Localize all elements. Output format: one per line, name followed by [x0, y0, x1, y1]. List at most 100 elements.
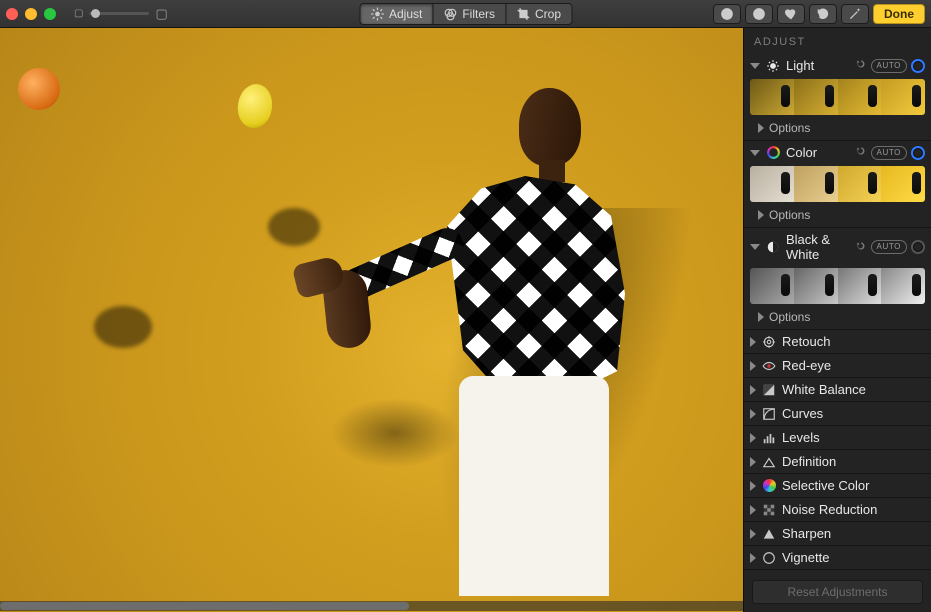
window-controls — [6, 8, 56, 20]
close-window-button[interactable] — [6, 8, 18, 20]
enable-bw-toggle[interactable] — [911, 240, 925, 254]
zoom-slider[interactable]: ▢ ▢ — [74, 6, 168, 22]
enable-color-toggle[interactable] — [911, 146, 925, 160]
section-bw-header[interactable]: Black & White AUTO — [744, 228, 931, 266]
color-icon — [766, 146, 780, 160]
color-options-toggle[interactable]: Options — [744, 206, 931, 227]
toolbar-right-group: Done — [713, 4, 925, 24]
reset-adjustments-button[interactable]: Reset Adjustments — [752, 580, 923, 604]
noise-icon — [762, 503, 776, 517]
section-black-and-white: Black & White AUTO Options — [744, 228, 931, 330]
levels-icon — [762, 431, 776, 445]
bw-options-toggle[interactable]: Options — [744, 308, 931, 329]
info-button[interactable] — [713, 4, 741, 24]
rotate-icon — [816, 7, 830, 21]
wand-icon — [848, 7, 862, 21]
section-vignette: Vignette — [744, 546, 931, 570]
section-color-header[interactable]: Color AUTO — [744, 141, 931, 164]
crop-tab-label: Crop — [535, 7, 561, 21]
photo-lemon-fruit — [235, 82, 275, 130]
section-selcolor-header[interactable]: Selective Color — [744, 474, 931, 497]
enable-light-toggle[interactable] — [911, 59, 925, 73]
disclosure-triangle-icon — [750, 409, 756, 419]
light-options-toggle[interactable]: Options — [744, 119, 931, 140]
auto-color-button[interactable]: AUTO — [871, 146, 907, 160]
edited-photo — [0, 28, 743, 612]
zoom-knob[interactable] — [91, 9, 100, 18]
auto-light-button[interactable]: AUTO — [871, 59, 907, 73]
done-button-label: Done — [884, 7, 914, 21]
section-retouch: Retouch — [744, 330, 931, 354]
section-light-label: Light — [786, 58, 849, 73]
zoom-out-icon: ▢ — [74, 8, 83, 19]
color-range-slider[interactable] — [750, 166, 925, 202]
zoom-in-icon: ▢ — [155, 6, 167, 22]
adjust-tab[interactable]: Adjust — [359, 3, 432, 25]
light-range-slider[interactable] — [750, 79, 925, 115]
selective-color-icon — [762, 479, 776, 493]
section-vignette-label: Vignette — [782, 550, 925, 565]
curves-icon — [762, 407, 776, 421]
disclosure-triangle-icon — [750, 553, 756, 563]
vignette-icon — [762, 551, 776, 565]
section-sharpen: Sharpen — [744, 522, 931, 546]
section-light-header[interactable]: Light AUTO — [744, 54, 931, 77]
disclosure-triangle-icon — [750, 361, 756, 371]
crop-tab[interactable]: Crop — [505, 3, 572, 25]
filters-tab[interactable]: Filters — [432, 3, 505, 25]
bw-options-label: Options — [769, 310, 810, 324]
section-color: Color AUTO Options — [744, 141, 931, 228]
section-levels-header[interactable]: Levels — [744, 426, 931, 449]
section-redeye-header[interactable]: Red-eye — [744, 354, 931, 377]
white-balance-icon — [762, 383, 776, 397]
disclosure-triangle-icon — [750, 505, 756, 515]
auto-bw-button[interactable]: AUTO — [871, 240, 907, 254]
favorite-button[interactable] — [777, 4, 805, 24]
section-definition-header[interactable]: Definition — [744, 450, 931, 473]
zoom-track[interactable] — [89, 12, 149, 15]
disclosure-triangle-icon — [758, 123, 764, 133]
disclosure-triangle-icon — [750, 385, 756, 395]
section-retouch-header[interactable]: Retouch — [744, 330, 931, 353]
photo-canvas[interactable] — [0, 28, 743, 612]
section-redeye-label: Red-eye — [782, 358, 925, 373]
section-bw-label: Black & White — [786, 232, 849, 262]
sharpen-icon — [762, 527, 776, 541]
section-noise-reduction: Noise Reduction — [744, 498, 931, 522]
disclosure-triangle-icon — [758, 312, 764, 322]
filters-tab-label: Filters — [462, 7, 495, 21]
disclosure-triangle-icon — [750, 457, 756, 467]
photo-shadow — [94, 306, 152, 348]
heart-icon — [784, 7, 798, 21]
done-button[interactable]: Done — [873, 4, 925, 24]
section-wb-header[interactable]: White Balance — [744, 378, 931, 401]
light-options-label: Options — [769, 121, 810, 135]
disclosure-triangle-icon — [750, 244, 760, 250]
definition-icon — [762, 455, 776, 469]
reactions-button[interactable] — [745, 4, 773, 24]
section-noise-header[interactable]: Noise Reduction — [744, 498, 931, 521]
auto-enhance-button[interactable] — [841, 4, 869, 24]
photo-orange-fruit — [18, 68, 60, 110]
horizontal-scrollbar[interactable] — [0, 601, 743, 611]
revert-bw-button[interactable] — [855, 240, 867, 255]
section-retouch-label: Retouch — [782, 334, 925, 349]
adjust-sidebar: ADJUST Light AUTO Options — [743, 28, 931, 612]
zoom-window-button[interactable] — [44, 8, 56, 20]
section-light: Light AUTO Options — [744, 54, 931, 141]
reset-label: Reset Adjustments — [787, 585, 887, 599]
retouch-icon — [762, 335, 776, 349]
bw-range-slider[interactable] — [750, 268, 925, 304]
minimize-window-button[interactable] — [25, 8, 37, 20]
scrollbar-thumb[interactable] — [0, 602, 409, 610]
section-vignette-header[interactable]: Vignette — [744, 546, 931, 569]
reset-wrap: Reset Adjustments — [744, 572, 931, 612]
section-curves-header[interactable]: Curves — [744, 402, 931, 425]
revert-color-button[interactable] — [855, 145, 867, 160]
section-sharpen-header[interactable]: Sharpen — [744, 522, 931, 545]
titlebar: ▢ ▢ Adjust Filters Crop — [0, 0, 931, 28]
section-definition: Definition — [744, 450, 931, 474]
rotate-button[interactable] — [809, 4, 837, 24]
section-definition-label: Definition — [782, 454, 925, 469]
revert-light-button[interactable] — [855, 58, 867, 73]
